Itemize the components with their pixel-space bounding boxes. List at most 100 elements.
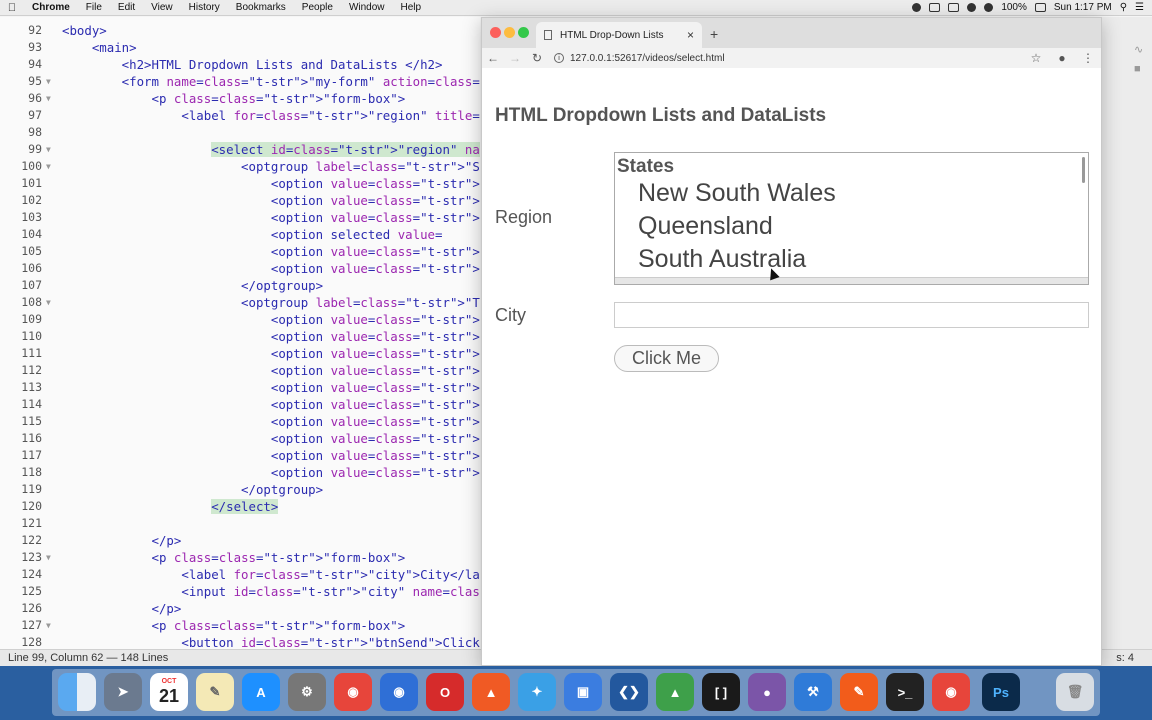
menu-bookmarks[interactable]: Bookmarks	[228, 2, 294, 13]
calendar-icon[interactable]: OCT 21	[150, 673, 188, 711]
system-preferences-icon[interactable]: ⚙	[288, 673, 326, 711]
code-line[interactable]: 125 <input id=class="t-str">"city" name=…	[0, 583, 480, 600]
code-line[interactable]: 128 <button id=class="t-str">"btnSend">C…	[0, 634, 480, 649]
chrome-canary-icon[interactable]: ◉	[932, 673, 970, 711]
code-line[interactable]: 100 ▼ <optgroup label=class="t-str">"Stat…	[0, 158, 480, 175]
design-app-icon[interactable]: ✎	[840, 673, 878, 711]
menu-file[interactable]: File	[78, 2, 110, 13]
menu-edit[interactable]: Edit	[110, 2, 143, 13]
code-line[interactable]: 120 </select>	[0, 498, 480, 515]
search-icon[interactable]: ⚲	[1120, 2, 1127, 13]
code-line[interactable]: 123 ▼ <p class=class="t-str">"form-box">	[0, 549, 480, 566]
reload-icon[interactable]: ↻	[526, 51, 548, 65]
minimize-window-button[interactable]	[504, 27, 515, 38]
option-south-australia[interactable]: South Australia	[638, 245, 806, 274]
close-window-button[interactable]	[490, 27, 501, 38]
code-line[interactable]: 115 <option value=class="t-str">"heard-i…	[0, 413, 480, 430]
listbox-horizontal-scrollbar[interactable]	[615, 277, 1088, 284]
browser-tab[interactable]: HTML Drop-Down Lists ×	[536, 22, 702, 48]
kebab-menu-icon[interactable]: ⋮	[1075, 51, 1101, 65]
package-icon[interactable]: ■	[1134, 63, 1141, 75]
code-line[interactable]: 96 ▼ <p class=class="t-str">"form-box">	[0, 90, 480, 107]
code-line[interactable]: 117 <option value=class="t-str">"norfolk…	[0, 447, 480, 464]
android-studio-icon[interactable]: ▲	[656, 673, 694, 711]
code-line[interactable]: 126 </p>	[0, 600, 480, 617]
code-line[interactable]: 95 ▼ <form name=class="t-str">"my-form" a…	[0, 73, 480, 90]
code-line[interactable]: 94 <h2>HTML Dropdown Lists and DataLists…	[0, 56, 480, 73]
option-queensland[interactable]: Queensland	[638, 212, 773, 241]
code-line[interactable]: 114 <option value=class="t-str">"coral-s…	[0, 396, 480, 413]
fold-toggle-icon[interactable]: ▼	[46, 158, 51, 175]
photoshop-icon[interactable]: Ps	[982, 673, 1020, 711]
chrome-icon[interactable]: ◉	[334, 673, 372, 711]
brave-icon[interactable]: ▲	[472, 673, 510, 711]
record-icon[interactable]	[912, 3, 922, 12]
code-line[interactable]: 112 <option value=class="t-str">"christm…	[0, 362, 480, 379]
code-line[interactable]: 113 <option value=class="t-str">"cocos-k…	[0, 379, 480, 396]
option-new-south-wales[interactable]: New South Wales	[638, 179, 836, 208]
tab-size[interactable]: s: 4	[1116, 650, 1134, 667]
trash-icon[interactable]: 🗑	[1056, 673, 1094, 711]
code-line[interactable]: 102 <option value=class="t-str">"queensl…	[0, 192, 480, 209]
code-line[interactable]: 119 </optgroup>	[0, 481, 480, 498]
code-line[interactable]: 121	[0, 515, 480, 532]
terminal-icon[interactable]: >_	[886, 673, 924, 711]
photo-app-icon[interactable]: ▣	[564, 673, 602, 711]
code-line[interactable]: 92 <body>	[0, 22, 480, 39]
bookmark-star-icon[interactable]: ☆	[1023, 51, 1049, 65]
menu-app[interactable]: Chrome	[24, 2, 78, 13]
url-text[interactable]: 127.0.0.1:52617/videos/select.html	[570, 53, 725, 64]
menu-list-icon[interactable]: ☰	[1135, 2, 1144, 13]
code-line[interactable]: 105 <option value=class="t-str">"victori…	[0, 243, 480, 260]
share-icon[interactable]	[948, 3, 960, 12]
battery-percent[interactable]: 100%	[1001, 2, 1027, 13]
apple-icon[interactable]: 	[0, 2, 24, 14]
code-line[interactable]: 106 <option value=class="t-str">"western…	[0, 260, 480, 277]
github-icon[interactable]: ●	[748, 673, 786, 711]
back-icon[interactable]: ←	[482, 51, 504, 65]
battery-icon[interactable]	[1034, 3, 1046, 12]
code-line[interactable]: 110 <option value=class="t-str">"austral…	[0, 328, 480, 345]
fold-toggle-icon[interactable]: ▼	[46, 294, 51, 311]
vscode-icon[interactable]: ❮❯	[610, 673, 648, 711]
app-store-icon[interactable]: A	[242, 673, 280, 711]
finder-icon[interactable]	[58, 673, 96, 711]
code-line[interactable]: 101 <option value=class="t-str">"new-sou…	[0, 175, 480, 192]
fold-toggle-icon[interactable]: ▼	[46, 141, 51, 158]
close-tab-icon[interactable]: ×	[687, 28, 694, 42]
menu-clock[interactable]: Sun 1:17 PM	[1054, 2, 1112, 13]
code-line[interactable]: 118 <option value=class="t-str">"norther…	[0, 464, 480, 481]
screen-icon[interactable]	[929, 3, 941, 12]
code-line[interactable]: 99 ▼ <select id=class="t-str">"region" na…	[0, 141, 480, 158]
bracket-app-icon[interactable]: [ ]	[702, 673, 740, 711]
menu-people[interactable]: People	[294, 2, 341, 13]
city-input[interactable]	[614, 302, 1089, 328]
code-line[interactable]: 111 <option value=class="t-str">"austral…	[0, 345, 480, 362]
menu-help[interactable]: Help	[393, 2, 430, 13]
fold-toggle-icon[interactable]: ▼	[46, 549, 51, 566]
menu-history[interactable]: History	[181, 2, 228, 13]
safari-icon[interactable]: ✦	[518, 673, 556, 711]
listbox-scrollbar[interactable]	[1082, 157, 1085, 183]
zoom-window-button[interactable]	[518, 27, 529, 38]
code-line[interactable]: 97 <label for=class="t-str">"region" tit…	[0, 107, 480, 124]
region-select-listbox[interactable]: States New South Wales Queensland South …	[614, 152, 1089, 285]
code-line[interactable]: 116 <option value=class="t-str">"jervis-…	[0, 430, 480, 447]
fold-toggle-icon[interactable]: ▼	[46, 617, 51, 634]
click-me-button[interactable]: Click Me	[614, 345, 719, 372]
notes-icon[interactable]: ✎	[196, 673, 234, 711]
forward-icon[interactable]: →	[504, 51, 526, 65]
code-line[interactable]: 109 <option value=class="t-str">"ashmore…	[0, 311, 480, 328]
code-line[interactable]: 108 ▼ <optgroup label=class="t-str">"Terr…	[0, 294, 480, 311]
new-tab-button[interactable]: +	[710, 26, 718, 42]
info-icon[interactable]: i	[554, 53, 564, 63]
menu-window[interactable]: Window	[341, 2, 393, 13]
fold-toggle-icon[interactable]: ▼	[46, 90, 51, 107]
fold-toggle-icon[interactable]: ▼	[46, 73, 51, 90]
wifi-icon[interactable]	[967, 3, 977, 12]
region-label[interactable]: Region	[495, 207, 552, 228]
code-line[interactable]: 98	[0, 124, 480, 141]
opera-icon[interactable]: O	[426, 673, 464, 711]
profile-icon[interactable]: ●	[1049, 51, 1075, 65]
volume-icon[interactable]	[984, 3, 994, 12]
